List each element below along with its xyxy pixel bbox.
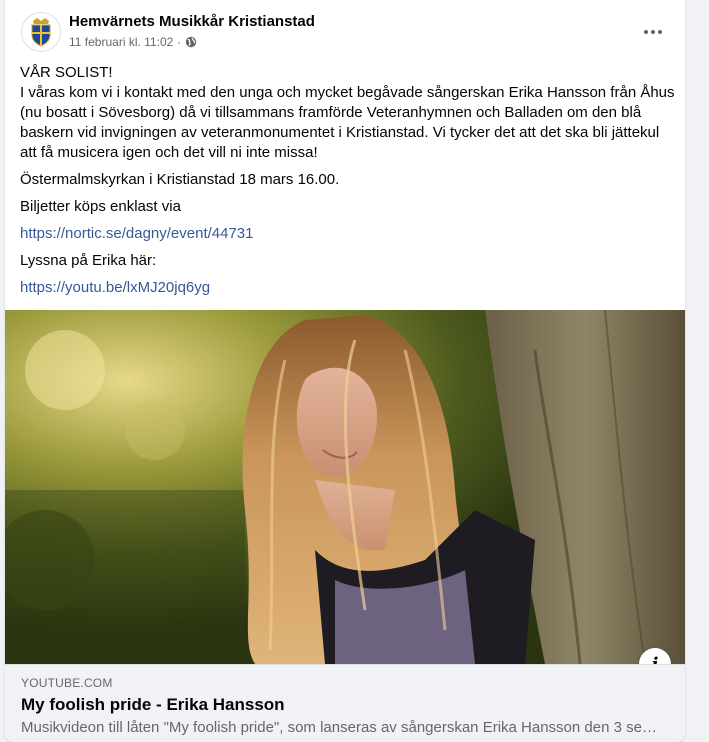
post-body: VÅR SOLIST! I våras kom vi i kontakt med… xyxy=(20,63,675,305)
thumbnail-image xyxy=(5,310,685,664)
link-preview[interactable]: YOUTUBE.COM My foolish pride - Erika Han… xyxy=(5,664,685,742)
link-domain: YOUTUBE.COM xyxy=(21,676,113,690)
heading-line: VÅR SOLIST! xyxy=(20,64,113,81)
body-line: att få musicera igen och det vill ni int… xyxy=(20,144,318,161)
page-name[interactable]: Hemvärnets Musikkår Kristianstad xyxy=(69,13,315,30)
tickets-text: Biljetter köps enklast via xyxy=(20,198,181,215)
link-description: Musikvideon till låten "My foolish pride… xyxy=(21,719,661,736)
event-line: Östermalmskyrkan i Kristianstad 18 mars … xyxy=(20,171,340,188)
post-paragraph-heading: VÅR SOLIST! I våras kom vi i kontakt med… xyxy=(20,63,675,163)
more-options-button[interactable] xyxy=(639,18,667,46)
link-title[interactable]: My foolish pride - Erika Hansson xyxy=(21,695,285,715)
coat-of-arms-icon xyxy=(31,18,51,47)
listen-text: Lyssna på Erika här: xyxy=(20,252,157,269)
post-card: Hemvärnets Musikkår Kristianstad 11 febr… xyxy=(5,0,685,742)
more-horizontal-icon xyxy=(644,30,662,34)
globe-icon xyxy=(186,36,197,48)
post-meta: 11 februari kl. 11:02 · xyxy=(69,35,197,49)
body-line: baskern vid invigningen av veteranmonume… xyxy=(20,124,660,141)
body-line: (nu bosatt i Sövesborg) då vi tillsamman… xyxy=(20,104,642,121)
post-timestamp[interactable]: 11 februari kl. 11:02 xyxy=(69,35,173,49)
tickets-link[interactable]: https://nortic.se/dagny/event/44731 xyxy=(20,225,254,242)
body-line: I våras kom vi i kontakt med den unga oc… xyxy=(20,84,675,101)
video-thumbnail[interactable]: i xyxy=(5,310,685,664)
youtube-link[interactable]: https://youtu.be/lxMJ20jq6yg xyxy=(20,279,210,296)
meta-separator: · xyxy=(177,35,182,49)
page-avatar[interactable] xyxy=(21,12,61,52)
post-header: Hemvärnets Musikkår Kristianstad 11 febr… xyxy=(21,12,685,54)
